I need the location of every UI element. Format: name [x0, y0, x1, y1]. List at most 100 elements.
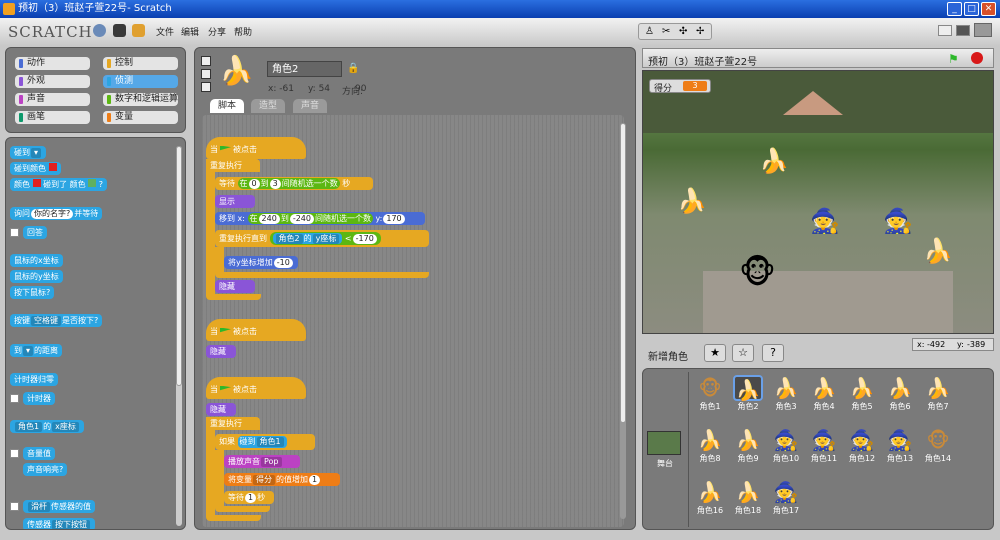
sprite-thumb[interactable]: 🍌 角色6 — [885, 375, 915, 412]
save-icon[interactable] — [113, 24, 126, 37]
paint-sprite-icon[interactable]: ★ — [704, 344, 726, 362]
forever-block-2[interactable]: 重复执行 — [206, 417, 260, 430]
menu-share[interactable]: 分享 — [208, 25, 226, 38]
block-attribute-of[interactable]: 角色1 的 x座标 — [10, 420, 84, 433]
tab-scripts[interactable]: 脚本 — [210, 99, 245, 113]
category-pen[interactable]: 画笔 — [15, 111, 90, 124]
category-looks[interactable]: 外观 — [15, 75, 90, 88]
grow-icon[interactable]: ✣ — [679, 26, 687, 37]
stage-thumbnail[interactable]: 舞台 — [647, 431, 683, 471]
flip-icon[interactable] — [201, 69, 211, 79]
banana-sprite[interactable]: 🍌 — [923, 239, 953, 263]
tab-costumes[interactable]: 造型 — [251, 99, 286, 113]
hide-block[interactable]: 隐藏 — [215, 280, 255, 293]
category-operators[interactable]: 数字和逻辑运算 — [103, 93, 178, 106]
repeat-until-block[interactable]: 重复执行直到 角色2 的 y座标 < -170 — [215, 230, 429, 247]
menu-file[interactable]: 文件 — [156, 25, 174, 38]
block-mouse-x[interactable]: 鼠标的x坐标 — [10, 254, 63, 267]
change-var-block[interactable]: 将变量 得分 的值增加 1 — [224, 473, 340, 486]
block-loud[interactable]: 声音响亮? — [23, 463, 68, 476]
block-key-pressed[interactable]: 按键 空格键 是否按下? — [10, 314, 103, 327]
block-reset-timer[interactable]: 计时器归零 — [10, 373, 58, 386]
wait-block-2[interactable]: 等待 1 秒 — [224, 491, 274, 504]
stage[interactable]: 得分 3 🍌 🍌 🧙 🧙 🍌 🐵 — [642, 70, 994, 334]
wait-random-block[interactable]: 等待 在 0 到 3 间随机选一个数 秒 — [215, 177, 373, 190]
sensor-checkbox[interactable] — [10, 502, 19, 511]
banana-sprite[interactable]: 🍌 — [677, 189, 707, 213]
block-touching-color[interactable]: 碰到颜色 — [10, 162, 61, 175]
palette-scrollbar[interactable] — [176, 146, 182, 526]
shrink-icon[interactable]: ✢ — [696, 26, 704, 37]
sprite-thumb[interactable]: 🧙 角色12 — [847, 427, 877, 464]
block-loudness[interactable]: 音量值 — [23, 447, 55, 460]
fullscreen-icon[interactable] — [974, 23, 992, 37]
sprite-thumb[interactable]: 🍌 角色2 — [733, 375, 763, 412]
category-sensing[interactable]: 侦测 — [103, 75, 178, 88]
loudness-checkbox[interactable] — [10, 449, 19, 458]
change-y-block[interactable]: 将y坐标增加 -10 — [224, 256, 298, 269]
small-stage-icon[interactable] — [938, 25, 952, 36]
block-sensor-pressed[interactable]: 传感器 按下按钮 — [23, 518, 95, 529]
timer-checkbox[interactable] — [10, 394, 19, 403]
sprite-thumb[interactable]: 🍌 角色7 — [923, 375, 953, 412]
no-rotate-icon[interactable] — [201, 82, 211, 92]
stamp-icon[interactable]: ♙ — [645, 26, 654, 37]
rotate-all-icon[interactable] — [201, 56, 211, 66]
category-variables[interactable]: 变量 — [103, 111, 178, 124]
when-flag-hat[interactable]: 当被点击 — [206, 137, 306, 159]
sprite-thumb[interactable]: 🐵 角色14 — [923, 427, 953, 464]
normal-stage-icon[interactable] — [956, 25, 970, 36]
script-scrollbar[interactable] — [620, 123, 626, 519]
sprite-name-field[interactable]: 角色2 — [267, 61, 342, 77]
block-ask[interactable]: 询问 你的名字? 并等待 — [10, 207, 103, 220]
menu-help[interactable]: 帮助 — [234, 25, 252, 38]
sprite-thumb[interactable]: 🍌 角色3 — [771, 375, 801, 412]
maximize-button[interactable]: □ — [964, 2, 979, 16]
minimize-button[interactable]: _ — [947, 2, 962, 16]
sprite-thumb[interactable]: 🧙 角色11 — [809, 427, 839, 464]
sprite-thumb[interactable]: 🧙 角色17 — [771, 479, 801, 516]
choose-sprite-icon[interactable]: ☆ — [732, 344, 754, 362]
when-flag-hat-3[interactable]: 当被点击 — [206, 377, 306, 399]
close-button[interactable]: ✕ — [981, 2, 996, 16]
block-sensor-value[interactable]: 滑杆 传感器的值 — [23, 500, 95, 513]
block-distance[interactable]: 到 ▾ 的距离 — [10, 344, 63, 357]
sprite-thumb[interactable]: 🍌 角色16 — [695, 479, 725, 516]
block-answer[interactable]: 回答 — [23, 226, 47, 239]
block-mouse-y[interactable]: 鼠标的y坐标 — [10, 270, 63, 283]
sprite-thumb[interactable]: 🍌 角色8 — [695, 427, 725, 464]
tab-sounds[interactable]: 声音 — [293, 99, 328, 113]
witch-sprite[interactable]: 🧙 — [883, 209, 913, 233]
sprite-thumb[interactable]: 🧙 角色10 — [771, 427, 801, 464]
sprite-thumb[interactable]: 🍌 角色4 — [809, 375, 839, 412]
script-area[interactable]: 当被点击 重复执行 等待 在 0 到 3 间随机选一个数 秒 显示 移到 x: 在 240… — [202, 115, 626, 527]
witch-sprite[interactable]: 🧙 — [810, 209, 840, 233]
stop-icon[interactable] — [971, 52, 983, 64]
play-sound-block[interactable]: 播放声音 Pop — [224, 455, 300, 468]
random-sprite-icon[interactable]: ? — [762, 344, 784, 362]
block-mouse-down[interactable]: 按下鼠标? — [10, 286, 55, 299]
when-flag-hat-2[interactable]: 当被点击 — [206, 319, 306, 341]
green-flag-icon[interactable]: ⚑ — [948, 52, 959, 66]
block-touching[interactable]: 碰到 ▾ — [10, 146, 47, 159]
show-block[interactable]: 显示 — [215, 195, 255, 208]
menu-edit[interactable]: 编辑 — [181, 25, 199, 38]
cut-icon[interactable]: ✂ — [662, 26, 670, 37]
forever-block[interactable]: 重复执行 — [206, 159, 260, 172]
answer-checkbox[interactable] — [10, 228, 19, 237]
hide-block-2[interactable]: 隐藏 — [206, 345, 236, 358]
if-block[interactable]: 如果 碰到 角色1 — [215, 434, 315, 450]
category-motion[interactable]: 动作 — [15, 57, 90, 70]
share-icon[interactable] — [132, 24, 145, 37]
globe-icon[interactable] — [93, 24, 106, 37]
monkey-sprite[interactable]: 🐵 — [739, 256, 776, 288]
hide-block-3[interactable]: 隐藏 — [206, 403, 236, 416]
goto-xy-block[interactable]: 移到 x: 在 240 到 -240 间随机选一个数 y: 170 — [215, 212, 425, 225]
sprite-thumb[interactable]: 🍌 角色5 — [847, 375, 877, 412]
lock-icon[interactable]: 🔒 — [347, 63, 359, 74]
sprite-thumb[interactable]: 🐵 角色1 — [695, 375, 725, 412]
block-color-touching[interactable]: 颜色 碰到了 颜色 ? — [10, 178, 107, 191]
category-sound[interactable]: 声音 — [15, 93, 90, 106]
banana-sprite[interactable]: 🍌 — [759, 149, 789, 173]
block-timer[interactable]: 计时器 — [23, 392, 55, 405]
